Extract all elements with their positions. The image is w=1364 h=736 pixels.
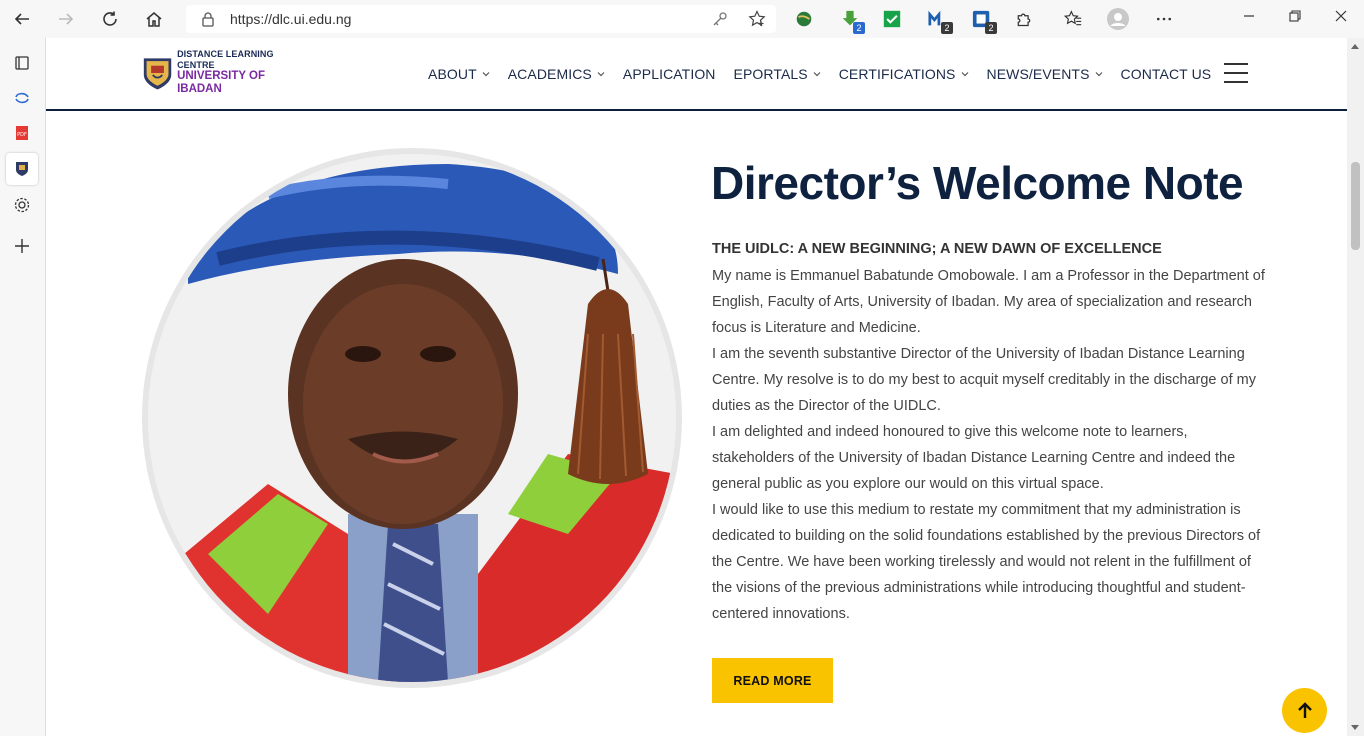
sync-icon [15,92,29,104]
nav-label: CONTACT US [1120,66,1212,82]
extension-download-icon[interactable]: 2 [839,8,865,34]
browser-sidebar: PDF [0,38,46,736]
more-menu-icon[interactable] [1153,8,1175,30]
read-more-button[interactable]: READ MORE [712,658,833,703]
forward-button[interactable] [44,0,88,38]
logo-line-1: DISTANCE LEARNING CENTRE [177,49,274,70]
refresh-icon [103,11,117,26]
site-header: DISTANCE LEARNING CENTRE UNIVERSITY OF I… [46,38,1347,111]
nav-label: CERTIFICATIONS [838,66,956,82]
plus-icon [15,239,29,253]
nav-news-events[interactable]: NEWS/EVENTS [987,66,1103,82]
page-scrollbar[interactable] [1347,38,1364,736]
minimize-icon [1244,15,1254,17]
extension-globe-icon[interactable] [793,8,815,30]
logo-line-2: UNIVERSITY OF IBADAN [177,70,266,96]
nav-label: EPORTALS [733,66,808,82]
pdf-icon: PDF [16,126,28,140]
extension-badge: 2 [853,22,865,34]
minimize-button[interactable] [1226,0,1272,32]
scroll-down-arrow-icon[interactable] [1351,725,1359,730]
home-icon [146,12,162,27]
nav-contact-us[interactable]: CONTACT US [1121,66,1212,82]
director-portrait-image [148,154,676,682]
nav-academics[interactable]: ACADEMICS [508,66,605,82]
extension-q-icon[interactable]: 2 [971,8,997,34]
extension-badge: 2 [985,22,997,34]
welcome-paragraph: I am delighted and indeed honoured to gi… [712,424,1236,492]
nav-about[interactable]: ABOUT [428,66,490,82]
tabs-icon [15,56,29,70]
web-page: DISTANCE LEARNING CENTRE UNIVERSITY OF I… [46,38,1347,736]
close-icon [1335,10,1347,22]
svg-text:PDF: PDF [17,132,27,138]
lock-icon [202,12,214,27]
nav-label: NEWS/EVENTS [986,66,1090,82]
browser-toolbar: https://dlc.ui.edu.ng 2 2 2 [0,0,1364,38]
gear-icon [14,197,30,213]
add-button[interactable] [6,230,38,262]
arrow-left-icon [14,13,29,25]
restore-icon [1289,10,1301,22]
nav-application[interactable]: APPLICATION [623,66,716,82]
nav-label: ABOUT [428,66,477,82]
welcome-paragraph: My name is Emmanuel Babatunde Omobowale.… [712,268,1265,336]
extension-check-icon[interactable] [881,8,903,30]
welcome-subtitle: THE UIDLC: A NEW BEGINNING; A NEW DAWN O… [712,241,1162,257]
welcome-title: Director’s Welcome Note [711,157,1244,209]
address-bar[interactable]: https://dlc.ui.edu.ng [186,5,776,33]
favorites-icon[interactable] [1062,8,1084,30]
profile-avatar-icon[interactable] [1107,8,1129,30]
nav-certifications[interactable]: CERTIFICATIONS [839,66,969,82]
chevron-down-icon [1095,72,1102,77]
back-button[interactable] [0,0,44,38]
main-nav: ABOUT ACADEMICS APPLICATION EPORTALS CER… [428,66,1229,82]
arrow-up-icon [1297,701,1312,718]
restore-button[interactable] [1272,0,1318,32]
crest-icon [16,162,28,176]
director-photo-frame [142,148,682,688]
site-logo[interactable]: DISTANCE LEARNING CENTRE UNIVERSITY OF I… [142,49,302,96]
pdf-button[interactable]: PDF [6,117,38,149]
chevron-down-icon [813,72,821,77]
welcome-paragraph: I would like to use this medium to resta… [712,502,1261,622]
extensions-puzzle-icon[interactable] [1013,8,1035,30]
welcome-paragraph: I am the seventh substantive Director of… [712,346,1256,414]
close-button[interactable] [1318,0,1364,32]
chevron-down-icon [961,72,968,77]
add-favorite-icon[interactable] [748,10,766,28]
director-photo [148,154,676,682]
key-icon[interactable] [712,11,728,27]
university-crest-icon [143,58,172,90]
chevron-down-icon [482,72,490,77]
sync-button[interactable] [6,82,38,114]
hamburger-menu-icon[interactable] [1224,63,1248,83]
url-text: https://dlc.ui.edu.ng [230,11,352,27]
extension-badge: 2 [941,22,953,34]
chevron-down-icon [597,72,605,77]
settings-button[interactable] [6,189,38,221]
nav-label: APPLICATION [622,66,716,82]
extension-m-icon[interactable]: 2 [927,8,953,34]
scroll-to-top-button[interactable] [1282,688,1327,733]
scrollbar-thumb[interactable] [1351,162,1360,250]
refresh-button[interactable] [88,0,132,38]
scroll-up-arrow-icon[interactable] [1351,44,1359,49]
arrow-right-icon [59,13,74,25]
nav-eportals[interactable]: EPORTALS [734,66,821,82]
nav-label: ACADEMICS [507,66,592,82]
home-button[interactable] [132,0,176,38]
tab-actions-button[interactable] [6,47,38,79]
welcome-body: My name is Emmanuel Babatunde Omobowale.… [712,263,1272,627]
site-tab-button[interactable] [6,153,38,185]
